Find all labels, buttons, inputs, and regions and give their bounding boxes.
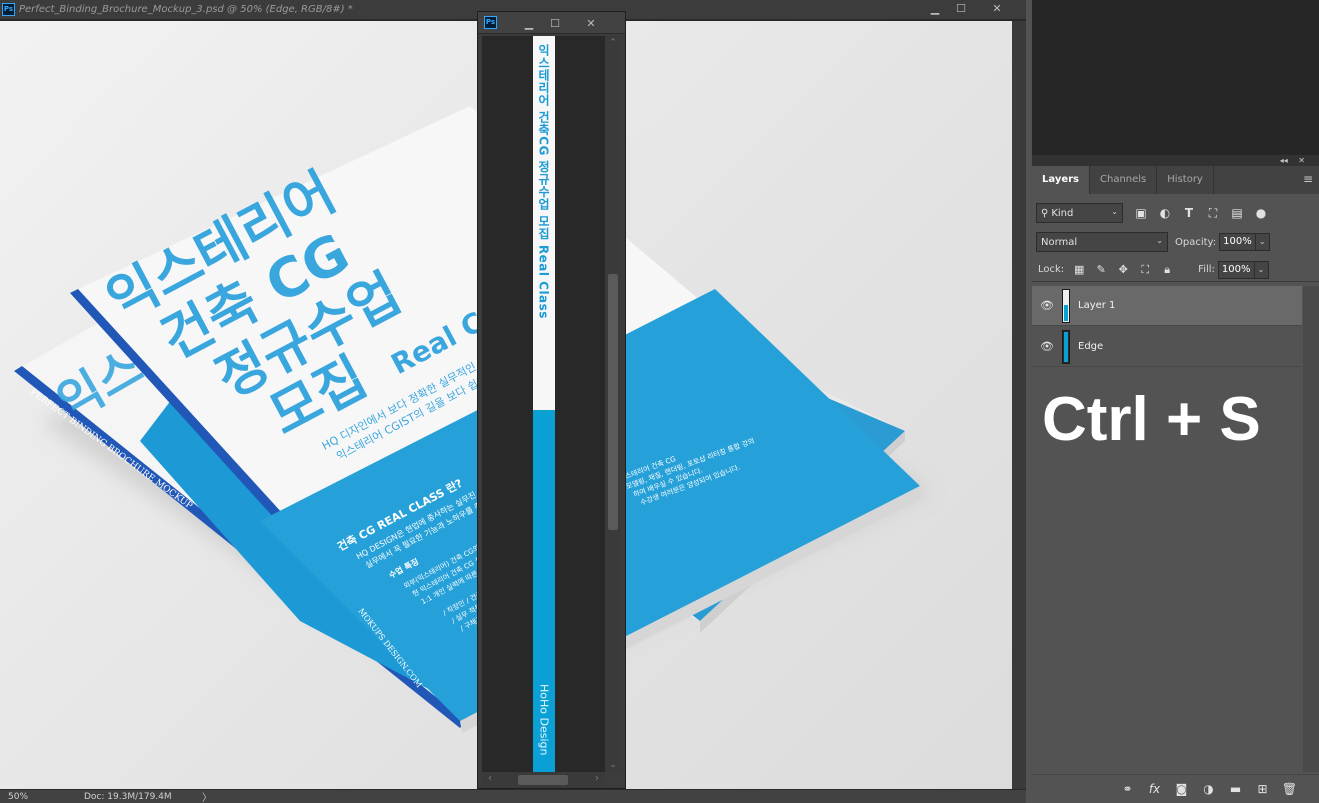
collapse-panels-icon[interactable]: ◂◂ [1280,156,1288,165]
layers-panel-footer: ⚭ fx ◙ ◑ ▬ ⊞ 🗑︎ [1032,774,1319,803]
new-layer-icon[interactable]: ⊞ [1249,782,1276,796]
document-size: Doc: 19.3M/179.4M [84,791,172,802]
right-panel-dock: ◂◂ ✕ Layers Channels History ≡ ⚲ Kind ⌄ … [1032,0,1319,803]
opacity-label: Opacity: [1175,236,1217,248]
close-panel-icon[interactable]: ✕ [1298,156,1305,165]
visibility-eye-icon[interactable]: 👁︎ [1032,340,1062,353]
zoom-level[interactable]: 50% [0,792,70,802]
link-icon[interactable]: ⚭ [1114,782,1141,796]
close-button[interactable]: ✕ [974,0,1020,16]
filter-kind-value: Kind [1051,207,1074,219]
fx-icon[interactable]: fx [1141,782,1168,796]
spine-artwork: 익스테리어 건축CG 정규수업 모집 Real Class HoHo Desig… [533,36,555,772]
lock-row: Lock: ▦ ✎ ✥ ⛶ 🔒︎ Fill: 100% ⌄ [1032,258,1319,282]
minimize-button[interactable]: ▁ [922,0,948,16]
maximize-button[interactable]: ☐ [948,0,974,16]
fill-field[interactable]: 100% [1217,260,1255,279]
adjustment-icon[interactable]: ◑ [1195,782,1222,796]
layer-name[interactable]: Layer 1 [1078,300,1115,311]
blend-row: Normal ⌄ Opacity: 100% ⌄ [1032,230,1319,254]
panel-tabs: Layers Channels History ≡ [1032,166,1319,194]
spine-scroll-thumb[interactable] [608,274,618,530]
mask-icon[interactable]: ◙ [1168,782,1195,796]
adjustment-layer-filter-icon[interactable]: ◐ [1153,206,1177,220]
document-window-controls: ▁ ☐ ✕ [922,0,1020,16]
tab-channels[interactable]: Channels [1090,166,1158,194]
close-button[interactable]: ✕ [568,15,614,31]
photoshop-logo-icon: Ps [2,3,15,16]
spine-window-controls: ▁ ☐ ✕ [516,15,614,31]
lock-transparency-icon[interactable]: ▦ [1068,263,1090,276]
spine-canvas[interactable]: 익스테리어 건축CG 정규수업 모집 Real Class HoHo Desig… [482,36,605,772]
lock-artboard-icon[interactable]: ⛶ [1134,263,1156,277]
hamburger-icon[interactable]: ≡ [1303,172,1313,186]
layers-scrollbar[interactable] [1303,286,1319,772]
fill-label: Fill: [1198,264,1215,275]
smart-object-filter-icon[interactable]: ▤ [1225,206,1249,220]
layer-thumbnail [1062,288,1070,323]
scroll-left-arrow-icon[interactable]: ‹ [488,773,492,784]
filter-toggle-icon[interactable]: ● [1249,206,1273,220]
lock-all-icon[interactable]: 🔒︎ [1156,263,1178,277]
layer-row-layer-1[interactable]: 👁︎ Layer 1 [1032,286,1302,326]
pixel-layer-filter-icon[interactable]: ▣ [1129,206,1153,220]
spine-window-titlebar[interactable]: Ps ▁ ☐ ✕ [478,12,625,34]
scroll-up-arrow-icon[interactable]: ⌃ [605,38,621,48]
lock-position-move-icon[interactable]: ✥ [1112,263,1134,276]
blend-mode-value: Normal [1041,236,1078,248]
layer-thumbnail [1062,329,1070,364]
search-icon: ⚲ [1041,207,1049,219]
layers-panel: Layers Channels History ≡ ⚲ Kind ⌄ ▣ ◐ T… [1032,166,1319,803]
layer-filter-row: ⚲ Kind ⌄ ▣ ◐ T ⛶ ▤ ● [1032,200,1319,226]
opacity-dropdown-icon[interactable]: ⌄ [1255,233,1270,251]
layer-name[interactable]: Edge [1078,341,1103,352]
visibility-eye-icon[interactable]: 👁︎ [1032,299,1062,312]
delete-icon[interactable]: 🗑︎ [1276,782,1303,796]
status-bar: 50% Doc: 19.3M/179.4M 〉 [0,789,1026,803]
scroll-down-arrow-icon[interactable]: ⌄ [605,760,621,770]
shortcut-overlay-text: Ctrl + S [1042,385,1261,454]
shape-layer-filter-icon[interactable]: ⛶ [1201,206,1225,221]
tab-layers[interactable]: Layers [1032,166,1090,194]
chevron-down-icon: ⌄ [1156,236,1163,245]
fill-dropdown-icon[interactable]: ⌄ [1254,260,1269,279]
photoshop-workspace: Ps Perfect_Binding_Brochure_Mockup_3.psd… [0,0,1319,803]
status-menu-arrow-icon[interactable]: 〉 [202,789,212,803]
spine-hscroll-thumb[interactable] [518,775,568,785]
spine-vertical-scrollbar[interactable]: ⌃ ⌄ [605,36,621,772]
chevron-down-icon: ⌄ [1111,207,1118,216]
document-title: Perfect_Binding_Brochure_Mockup_3.psd @ … [19,4,353,15]
minimize-button[interactable]: ▁ [516,15,542,31]
layer-row-edge[interactable]: 👁︎ Edge [1032,327,1302,367]
group-folder-icon[interactable]: ▬ [1222,782,1249,796]
spine-horizontal-scrollbar[interactable]: ‹ › [482,772,605,788]
spine-document-window: Ps ▁ ☐ ✕ 익스테리어 건축CG 정규수업 모집 Real Class H… [477,11,626,789]
tab-history[interactable]: History [1157,166,1214,194]
spine-title: 익스테리어 건축CG 정규수업 모집 Real Class [536,44,551,319]
photoshop-logo-icon: Ps [484,16,497,29]
panel-collapse-strip: ◂◂ ✕ [1032,155,1319,166]
opacity-field[interactable]: 100% [1219,233,1256,251]
document-vertical-scrollbar[interactable] [1012,21,1026,789]
maximize-button[interactable]: ☐ [542,15,568,31]
scroll-right-arrow-icon[interactable]: › [595,773,599,784]
lock-pixels-brush-icon[interactable]: ✎ [1090,263,1112,276]
filter-kind-select[interactable]: ⚲ Kind ⌄ [1036,203,1123,223]
blend-mode-select[interactable]: Normal ⌄ [1036,232,1168,252]
type-layer-filter-icon[interactable]: T [1177,206,1201,220]
spine-brand: HoHo Design [537,684,551,756]
lock-label: Lock: [1038,264,1065,275]
empty-panel-area [1032,0,1319,155]
